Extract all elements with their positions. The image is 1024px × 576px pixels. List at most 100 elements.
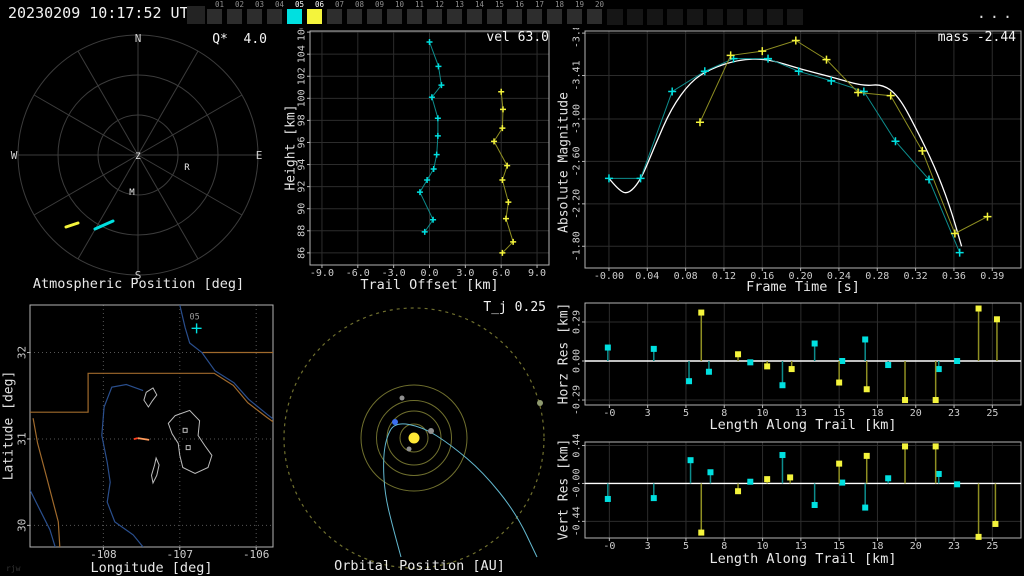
frame-label: 11 <box>414 0 424 9</box>
svg-text:-1.80: -1.80 <box>572 231 583 261</box>
atmospheric-position-panel: NESWZRM Q* 4.0 Atmospheric Position [deg… <box>0 28 283 295</box>
trail-offset-plot: -9.0 -6.0 -3.0 0.0 3.0 6.0 9.08688909294969810… <box>297 28 550 279</box>
timestamp: 20230209 10:17:52 UTC <box>8 4 198 22</box>
frame-label: 20 <box>594 0 604 9</box>
light-curve-fit <box>608 58 963 247</box>
residual-series-cyan <box>604 452 961 511</box>
frame-box-15[interactable]: 15 <box>486 0 506 27</box>
map-panel: -108 -107 -106 30 31 32 05 Latitude [deg] Long… <box>0 295 283 576</box>
frame-box-blank-29[interactable] <box>766 0 786 27</box>
frame-box-06[interactable]: 06 <box>306 0 326 27</box>
frame-strip: 01 02 03 04 05 06 07 08 09 10 11 12 13 14 15 16 17 18 19 20 <box>186 0 806 27</box>
frame-box-10[interactable]: 10 <box>386 0 406 27</box>
series-station-06 <box>695 36 992 238</box>
svg-text:-0.44: -0.44 <box>572 506 583 536</box>
frame-indicator <box>567 9 582 24</box>
frame-label: 14 <box>474 0 484 9</box>
frame-box-17[interactable]: 17 <box>526 0 546 27</box>
axis-frame: -108 -107 -106303132 <box>16 304 274 561</box>
grid <box>310 31 549 265</box>
svg-text:0.44: 0.44 <box>572 433 583 457</box>
svg-text:106: 106 <box>297 28 308 41</box>
frame-box-blank-23[interactable] <box>646 0 666 27</box>
frame-box-20[interactable]: 20 <box>586 0 606 27</box>
river <box>30 489 56 547</box>
frame-label: 10 <box>394 0 404 9</box>
frame-label: 13 <box>454 0 464 9</box>
frame-indicator <box>287 9 302 24</box>
planet-mercury <box>406 446 412 452</box>
frame-label: 02 <box>234 0 244 9</box>
frame-indicator <box>187 6 205 24</box>
frame-box-blank-25[interactable] <box>686 0 706 27</box>
frame-box-13[interactable]: 13 <box>446 0 466 27</box>
frame-box-blank-0[interactable] <box>186 0 206 27</box>
terrain-contour <box>150 456 160 485</box>
residual-series-yellow <box>698 305 1000 404</box>
grid <box>30 305 273 547</box>
svg-text:-3.41: -3.41 <box>572 60 583 90</box>
svg-text:-3.81: -3.81 <box>572 28 583 48</box>
frame-indicator <box>687 9 703 25</box>
height-axis-label: Height [km] <box>283 104 299 191</box>
terrain-contour <box>167 409 213 475</box>
frame-box-blank-22[interactable] <box>626 0 646 27</box>
frame-box-blank-24[interactable] <box>666 0 686 27</box>
orbital-panel: T_j 0.25 Orbital Position [AU] <box>283 295 556 576</box>
frame-indicator <box>787 9 803 25</box>
svg-text:104: 104 <box>297 45 308 63</box>
frame-box-blank-26[interactable] <box>706 0 726 27</box>
frame-label: 12 <box>434 0 444 9</box>
frame-indicator <box>747 9 763 25</box>
frame-indicator <box>627 9 643 25</box>
magnitude-panel: -0.00 0.04 0.08 0.12 0.16 0.20 0.24 0.28 0.32 0.3… <box>556 28 1024 295</box>
frame-box-07[interactable]: 07 <box>326 0 346 27</box>
frame-indicator <box>667 9 683 25</box>
frame-indicator <box>227 9 242 24</box>
tisserand-stat: T_j 0.25 <box>483 300 546 315</box>
q-reliability-stat: Q* 4.0 <box>212 32 267 47</box>
frame-indicator <box>327 9 342 24</box>
overflow-menu[interactable]: ... <box>977 0 1016 26</box>
polar-plot: NESW ZRM <box>11 32 263 282</box>
planet-venus <box>428 428 434 434</box>
frame-box-03[interactable]: 03 <box>246 0 266 27</box>
state-border <box>32 418 61 547</box>
frame-box-18[interactable]: 18 <box>546 0 566 27</box>
frame-box-05[interactable]: 05 <box>286 0 306 27</box>
watermark: rjw <box>6 564 21 573</box>
grid <box>585 442 1021 538</box>
frame-box-19[interactable]: 19 <box>566 0 586 27</box>
frame-label: 08 <box>354 0 364 9</box>
map-geometry <box>30 305 273 547</box>
svg-text:31: 31 <box>16 432 29 445</box>
frame-box-04[interactable]: 04 <box>266 0 286 27</box>
frame-box-14[interactable]: 14 <box>466 0 486 27</box>
svg-text:86: 86 <box>297 247 308 259</box>
atmospheric-title: Atmospheric Position [deg] <box>32 276 245 292</box>
svg-text:32: 32 <box>16 346 29 359</box>
frame-box-blank-27[interactable] <box>726 0 746 27</box>
frame-box-12[interactable]: 12 <box>426 0 446 27</box>
frame-indicator <box>487 9 502 24</box>
ground-track-tip <box>133 437 138 440</box>
frame-box-blank-21[interactable] <box>606 0 626 27</box>
frame-box-blank-30[interactable] <box>786 0 806 27</box>
series-station-05 <box>604 54 964 257</box>
frame-box-02[interactable]: 02 <box>226 0 246 27</box>
frame-box-09[interactable]: 09 <box>366 0 386 27</box>
frame-label: 15 <box>494 0 504 9</box>
frame-indicator <box>467 9 482 24</box>
frame-box-11[interactable]: 11 <box>406 0 426 27</box>
frame-box-blank-28[interactable] <box>746 0 766 27</box>
frame-indicator <box>447 9 462 24</box>
frame-indicator <box>267 9 282 24</box>
frame-label: 17 <box>534 0 544 9</box>
frame-box-01[interactable]: 01 <box>206 0 226 27</box>
frame-box-08[interactable]: 08 <box>346 0 366 27</box>
frame-indicator <box>587 9 602 24</box>
frame-label: 09 <box>374 0 384 9</box>
frame-box-16[interactable]: 16 <box>506 0 526 27</box>
length-along-trail-axis-label-top: Length Along Trail [km] <box>709 417 897 433</box>
svg-text:0.00: 0.00 <box>572 349 583 373</box>
